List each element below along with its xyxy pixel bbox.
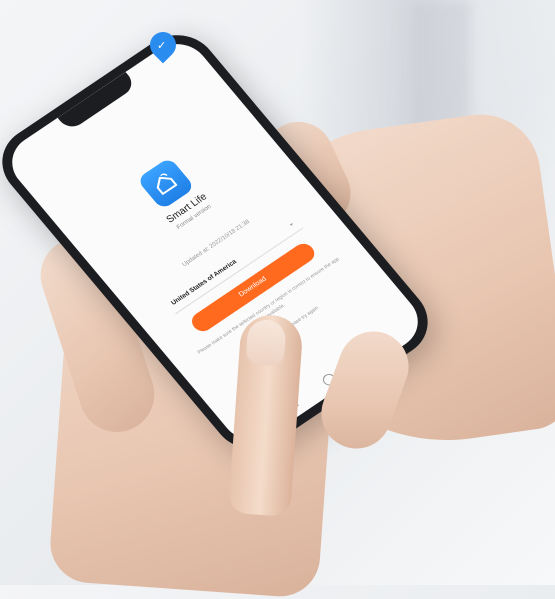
check-icon: ✓ <box>157 40 167 53</box>
house-icon <box>156 173 178 195</box>
phone-notch <box>57 71 138 132</box>
chevron-down-icon: ⌄ <box>286 219 296 229</box>
fingernail <box>245 318 287 367</box>
